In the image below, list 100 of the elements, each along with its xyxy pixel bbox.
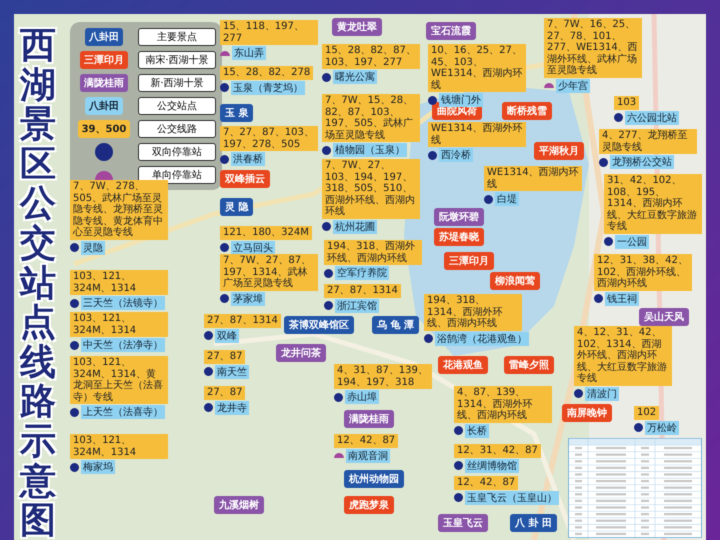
scenic-spot-label: 吴山天风 xyxy=(639,308,689,326)
bus-stop-label: 白堤 xyxy=(495,192,519,206)
scenic-spot-label: 苏堤春晓 xyxy=(434,228,484,246)
bus-stop-label: 曙光公寓 xyxy=(333,70,377,84)
map-title: 西湖景区公交站点线路示意图 xyxy=(20,26,56,540)
bus-routes-label: WE1314、西湖外环线 xyxy=(428,122,526,147)
scenic-spot-label: 阮墩环碧 xyxy=(434,208,484,226)
legend-label: 新·西湖十景 xyxy=(138,74,216,92)
bus-stop-label: 清波门 xyxy=(585,386,619,400)
scenic-spot-label: 花港观鱼 xyxy=(438,356,488,374)
bus-stop-label: 上天竺（法喜寺） xyxy=(81,405,165,419)
bus-routes-label: 4、277、龙翔桥至灵隐专线 xyxy=(599,129,697,154)
scenic-spot-label: 满陇桂雨 xyxy=(344,410,394,428)
bus-routes-label: 103、121、324M、1314 xyxy=(70,270,168,295)
bus-stop-label: 浙江宾馆 xyxy=(335,298,379,312)
scenic-spot-label: 虎跑梦泉 xyxy=(344,496,394,514)
bus-stop-label: 赤山埠 xyxy=(345,390,379,404)
bus-stop-label: 南观音洞 xyxy=(346,448,390,462)
bus-routes-label: 15、118、197、277 xyxy=(220,20,318,45)
bus-routes-label: 12、42、87 xyxy=(454,476,518,490)
bus-stop-label: 钱王祠 xyxy=(605,292,639,306)
bus-routes-label: 103 xyxy=(614,96,640,110)
bus-stop-label: 植物园（玉泉） xyxy=(333,143,407,157)
bus-stop-label: 杭州花圃 xyxy=(333,220,377,234)
bus-routes-label: 7、7W、27、103、194、197、318、505、510、西湖外环线、西湖内环线 xyxy=(322,159,420,218)
bus-routes-label: 27、87 xyxy=(204,386,246,400)
bus-routes-label: WE1314、西湖内环线 xyxy=(484,166,582,191)
bus-stop-label: 少年宫 xyxy=(556,78,590,92)
bus-stop-label: 龙井寺 xyxy=(215,400,249,414)
bus-stop-label: 洪春桥 xyxy=(231,152,265,166)
bus-routes-label: 27、87、1314 xyxy=(204,314,281,328)
scenic-spot-label: 双峰插云 xyxy=(220,170,270,188)
scenic-spot-label: 龙井问茶 xyxy=(276,344,326,362)
bus-routes-label: 7、7W、15、28、82、87、103、197、505、武林广场至灵隐专线 xyxy=(322,94,420,142)
bus-routes-label: 7、7W、278、505、武林广场至灵隐专线、龙翔桥至灵隐专线、黄龙体育中心至灵隐专线 xyxy=(70,180,168,240)
bus-stop-label: 灵隐 xyxy=(81,240,105,254)
scenic-spot-label: 茶博双峰馆区 xyxy=(284,316,354,334)
bus-routes-label: 7、27、87、103、197、278、505 xyxy=(220,126,318,151)
bus-stop-label: 南天竺 xyxy=(215,364,249,378)
bus-stop-label: 六公园北站 xyxy=(625,110,679,124)
scenic-spot-label: 柳浪闻莺 xyxy=(490,272,540,290)
bus-stop-label: 万松岭 xyxy=(645,420,679,434)
legend-label: 双向停靠站 xyxy=(138,143,216,161)
scenic-spot-label: 灵 隐 xyxy=(220,198,254,216)
bus-routes-label: 15、28、82、87、103、197、277 xyxy=(322,44,420,69)
bus-routes-label: 4、87、139、1314、西湖外环线、西湖内环线 xyxy=(454,386,552,422)
scenic-spot-label: 宝石流霞 xyxy=(426,22,476,40)
legend-label: 单向停靠站 xyxy=(138,166,216,184)
legend-label: 公交线路 xyxy=(138,120,216,138)
bus-routes-label: 103、121、324M、1314 xyxy=(70,434,168,459)
bus-stop-label: 中天竺（法净寺） xyxy=(81,338,165,352)
bus-stop-label: 梅家坞 xyxy=(81,460,115,474)
scenic-spot-label: 杭州动物园 xyxy=(344,470,404,488)
bus-stop-label: 双峰 xyxy=(215,328,239,342)
bus-routes-label: 194、318、西湖外环线、西湖内环线 xyxy=(324,240,422,265)
scenic-spot-label: 断桥残雪 xyxy=(502,102,552,120)
scenic-spot-label: 八 卦 田 xyxy=(510,514,557,532)
legend-sample: 39、500 xyxy=(78,120,130,138)
legend-label: 公交站点 xyxy=(138,97,216,115)
bus-stop-label: 钱塘门外 xyxy=(439,93,483,107)
bus-routes-label: 12、31、42、87 xyxy=(454,444,541,458)
scenic-spot-label: 乌 龟 潭 xyxy=(372,316,419,334)
bus-routes-label: 12、31、38、42、102、西湖外环线、西湖内环线 xyxy=(594,254,692,290)
bus-routes-label: 103、121、324M、1314、黄龙洞至上天竺（法喜寺）专线 xyxy=(70,356,168,404)
legend-sample: 三潭印月 xyxy=(80,51,128,69)
bus-stop-label: 玉泉（青芝坞） xyxy=(231,80,305,94)
bus-stop-label: 东山弄 xyxy=(232,46,266,60)
legend-label: 主要景点 xyxy=(138,28,216,46)
scenic-spot-label: 雷峰夕照 xyxy=(504,356,554,374)
bus-stop-label: 丝绸博物馆 xyxy=(465,458,519,472)
bus-routes-label: 12、42、87 xyxy=(334,434,398,448)
bus-stop-label: 西泠桥 xyxy=(439,148,473,162)
bus-stop-label: 玉皇飞云（玉皇山） xyxy=(465,490,559,504)
bus-routes-label: 7、7W、27、87、197、1314、武林广场至灵隐专线 xyxy=(220,254,318,290)
legend-sample: 满陇桂雨 xyxy=(80,74,128,92)
bus-routes-label: 4、31、87、139、194、197、318 xyxy=(334,364,432,389)
scenic-spot-label: 三潭印月 xyxy=(444,252,494,270)
bus-routes-label: 102 xyxy=(634,406,660,420)
bus-stop-label: 空军疗养院 xyxy=(335,266,389,280)
bus-routes-label: 194、318、1314、西湖外环线、西湖内环线 xyxy=(424,294,522,330)
bus-routes-label: 4、12、31、42、102、1314、西湖外环线、西湖内环线、大红豆数字旅游专线 xyxy=(574,326,672,386)
bus-stop-label: 三天竺（法镜寺） xyxy=(81,296,165,310)
bus-routes-label: 15、28、82、278 xyxy=(220,66,314,80)
scenic-spot-label: 南屏晚钟 xyxy=(562,404,612,422)
bus-routes-label: 103、121、324M、1314 xyxy=(70,312,168,337)
bus-routes-label: 31、42、102、108、195、1314、西湖内环线、大红豆数字旅游专线 xyxy=(604,174,702,234)
bus-stop-label: 茅家埠 xyxy=(231,292,265,306)
scenic-spot-label: 黄龙吐翠 xyxy=(332,18,382,36)
bus-routes-label: 121、180、324M xyxy=(220,226,312,240)
bus-routes-label: 27、87、1314 xyxy=(324,284,401,298)
scenic-spot-label: 玉皇飞云 xyxy=(438,514,488,532)
bus-stop-label: 一公园 xyxy=(615,234,649,248)
legend-label: 南宋·西湖十景 xyxy=(138,51,216,69)
bus-stop-label: 立马回头 xyxy=(231,240,275,254)
scenic-spot-label: 平湖秋月 xyxy=(534,142,584,160)
scenic-spot-label: 玉 泉 xyxy=(220,104,254,122)
bus-stop-label: 长桥 xyxy=(465,424,489,438)
bus-stop-label: 龙翔桥公交站 xyxy=(610,155,674,169)
bus-routes-label: 10、16、25、27、45、103、WE1314、西湖内环线 xyxy=(428,44,526,92)
bus-routes-label: 7、7W、16、25、27、78、101、277、WE1314、西湖外环线、武林广场至灵隐专线 xyxy=(544,18,642,78)
